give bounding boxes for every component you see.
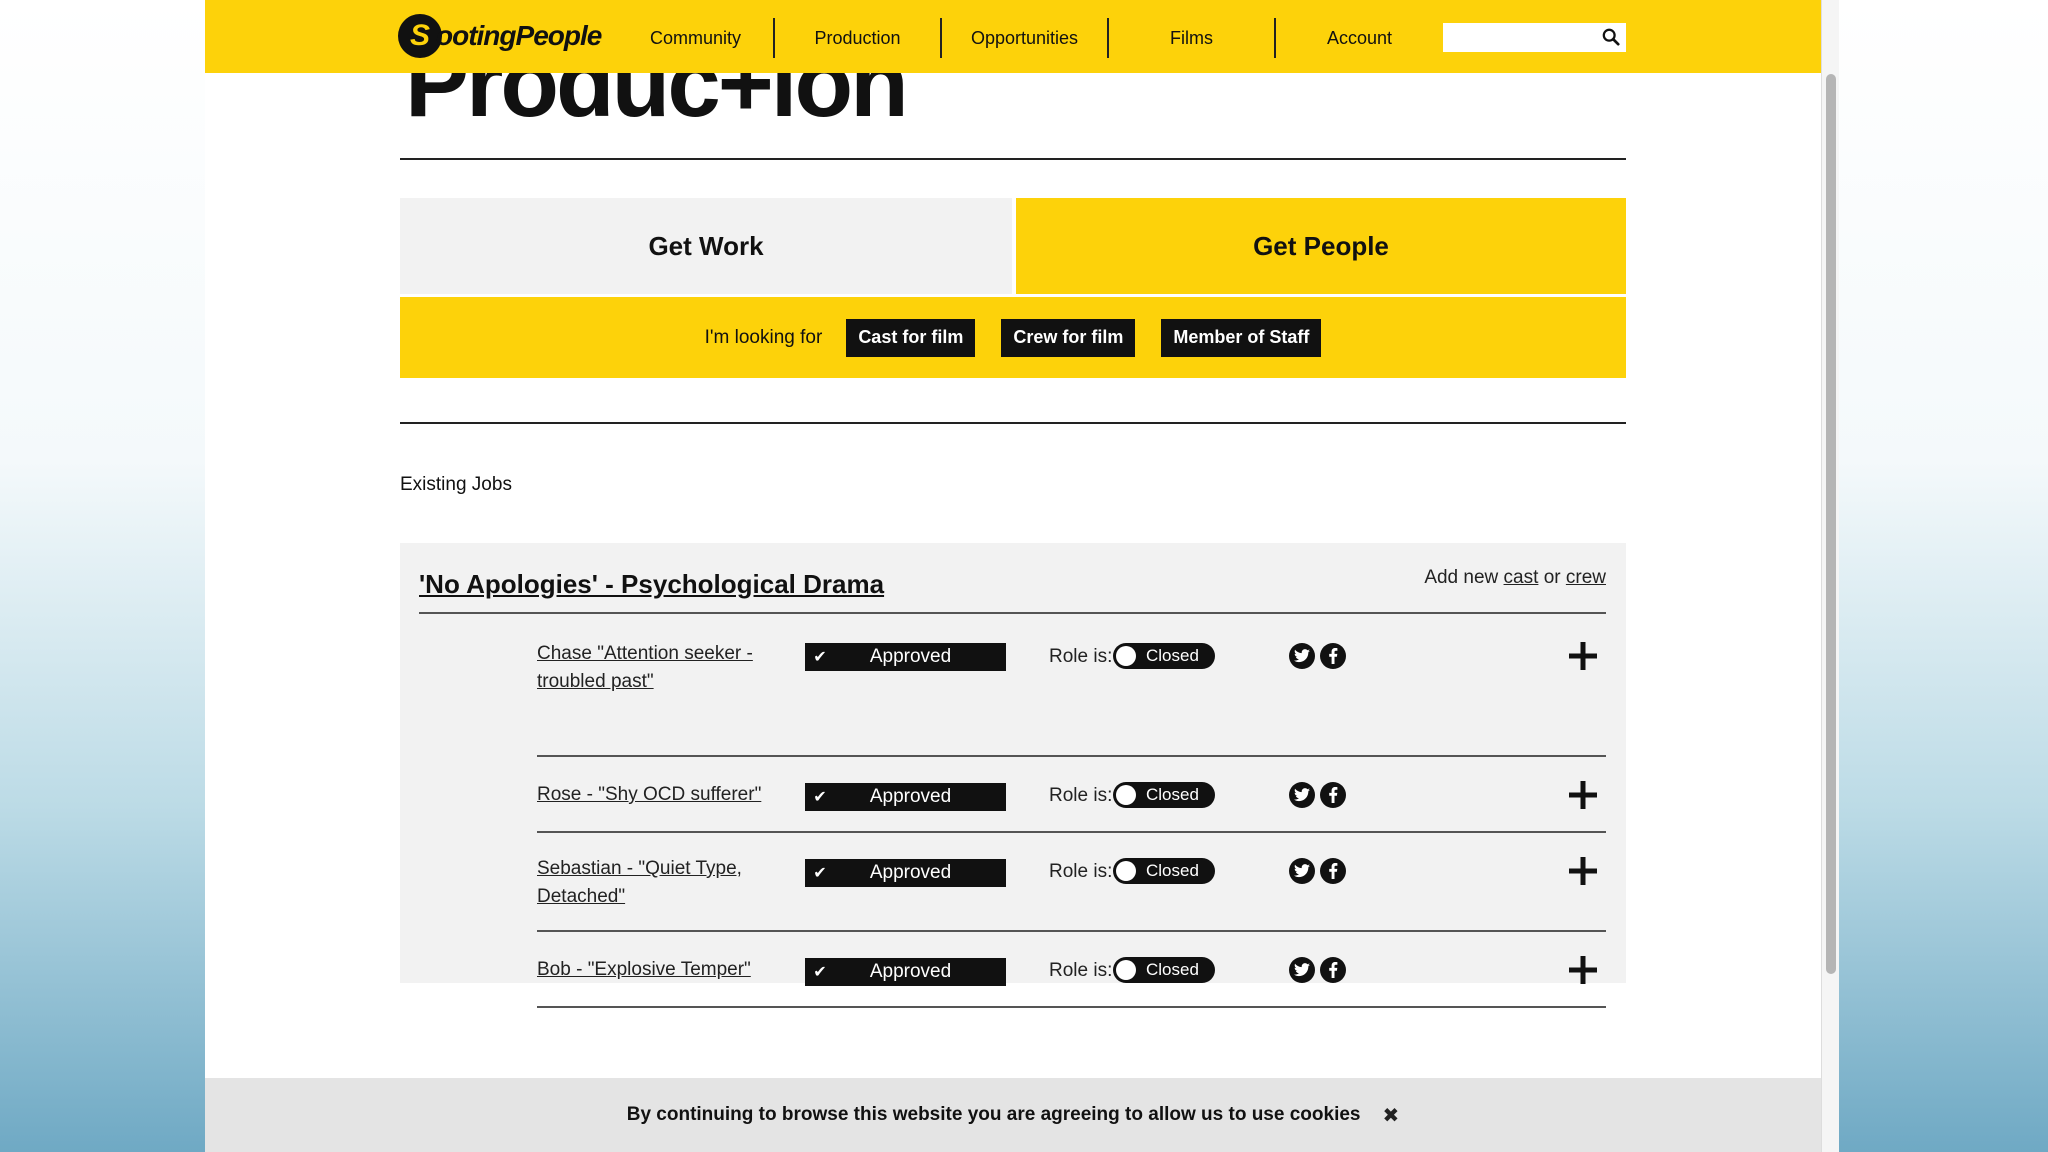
share-icons [1289, 643, 1351, 669]
plus-icon[interactable] [1568, 641, 1598, 671]
toggle-knob [1116, 960, 1136, 980]
job-row: Sebastian - "Quiet Type, Detached" ✔ App… [537, 833, 1606, 932]
share-icons [1289, 782, 1351, 808]
role-label: Role is: [1049, 785, 1113, 806]
jobs-panel: 'No Apologies' - Psychological Drama Add… [400, 543, 1626, 1008]
add-or-label: or [1543, 567, 1561, 588]
search-input[interactable] [1449, 24, 1599, 51]
status-badge: ✔ Approved [805, 643, 1006, 671]
scrollbar[interactable] [1821, 0, 1839, 1152]
role-label: Role is: [1049, 646, 1113, 667]
facebook-icon[interactable] [1320, 858, 1346, 884]
plus-icon[interactable] [1568, 780, 1598, 810]
role-toggle[interactable]: Closed [1113, 957, 1215, 983]
scrollbar-thumb[interactable] [1826, 74, 1836, 974]
facebook-icon[interactable] [1320, 643, 1346, 669]
top-navigation-bar: S ootingPeople Community Production Oppo… [205, 0, 1821, 73]
looking-for-bar: I'm looking for Cast for film Crew for f… [400, 297, 1626, 378]
plus-icon[interactable] [1568, 856, 1598, 886]
add-new-label: Add new [1424, 567, 1499, 588]
status-badge: ✔ Approved [805, 958, 1006, 986]
check-icon: ✔ [813, 865, 827, 882]
share-icons [1289, 957, 1351, 983]
work-people-tabs: Get Work Get People [400, 198, 1626, 294]
add-crew-link[interactable]: crew [1566, 567, 1606, 588]
project-title-link[interactable]: 'No Apologies' - Psychological Drama [419, 569, 884, 600]
nav-films[interactable]: Films [1109, 18, 1276, 58]
divider [419, 612, 1606, 614]
twitter-icon[interactable] [1289, 858, 1315, 884]
page: S ootingPeople Community Production Oppo… [205, 0, 1821, 1152]
job-title-link[interactable]: Bob - "Explosive Temper" [537, 956, 797, 984]
status-badge: ✔ Approved [805, 783, 1006, 811]
check-icon: ✔ [813, 964, 827, 981]
member-of-staff-button[interactable]: Member of Staff [1161, 318, 1322, 357]
nav-account[interactable]: Account [1276, 18, 1443, 58]
job-title-link[interactable]: Sebastian - "Quiet Type, Detached" [537, 855, 777, 911]
add-new-links: Add new cast or crew [1424, 567, 1606, 589]
role-label: Role is: [1049, 960, 1113, 981]
add-cast-link[interactable]: cast [1504, 567, 1539, 588]
facebook-icon[interactable] [1320, 957, 1346, 983]
main-nav: Community Production Opportunities Films… [618, 18, 1443, 58]
crew-for-film-button[interactable]: Crew for film [1001, 318, 1136, 357]
tab-get-people[interactable]: Get People [1016, 198, 1626, 294]
role-toggle[interactable]: Closed [1113, 782, 1215, 808]
twitter-icon[interactable] [1289, 782, 1315, 808]
nav-community[interactable]: Community [618, 18, 775, 58]
job-row: Chase "Attention seeker - troubled past"… [537, 637, 1606, 757]
nav-opportunities[interactable]: Opportunities [942, 18, 1109, 58]
role-label: Role is: [1049, 861, 1113, 882]
check-icon: ✔ [813, 649, 827, 666]
job-row: Rose - "Shy OCD sufferer" ✔ Approved Rol… [537, 757, 1606, 833]
facebook-icon[interactable] [1320, 782, 1346, 808]
close-icon[interactable]: ✖ [1382, 1103, 1399, 1128]
looking-for-label: I'm looking for [704, 326, 823, 348]
twitter-icon[interactable] [1289, 957, 1315, 983]
twitter-icon[interactable] [1289, 643, 1315, 669]
toggle-knob [1116, 646, 1136, 666]
check-icon: ✔ [813, 789, 827, 806]
role-toggle[interactable]: Closed [1113, 858, 1215, 884]
shootingpeople-logo[interactable]: S ootingPeople [398, 12, 602, 60]
divider [400, 158, 1626, 160]
existing-jobs-heading: Existing Jobs [400, 474, 512, 495]
status-badge: ✔ Approved [805, 859, 1006, 887]
cast-for-film-button[interactable]: Cast for film [846, 318, 976, 357]
cookie-banner: By continuing to browse this website you… [205, 1078, 1821, 1152]
search-icon[interactable] [1602, 28, 1620, 46]
job-row: Bob - "Explosive Temper" ✔ Approved Role… [537, 932, 1606, 1008]
job-title-link[interactable]: Chase "Attention seeker - troubled past" [537, 640, 787, 696]
share-icons [1289, 858, 1351, 884]
logo-text: ootingPeople [436, 20, 602, 51]
toggle-knob [1116, 861, 1136, 881]
divider [400, 422, 1626, 424]
role-toggle[interactable]: Closed [1113, 643, 1215, 669]
cookie-message: By continuing to browse this website you… [626, 1104, 1361, 1125]
job-title-link[interactable]: Rose - "Shy OCD sufferer" [537, 781, 797, 809]
toggle-knob [1116, 785, 1136, 805]
plus-icon[interactable] [1568, 955, 1598, 985]
search-box [1443, 23, 1626, 52]
tab-get-work[interactable]: Get Work [400, 198, 1012, 294]
nav-production[interactable]: Production [775, 18, 942, 58]
